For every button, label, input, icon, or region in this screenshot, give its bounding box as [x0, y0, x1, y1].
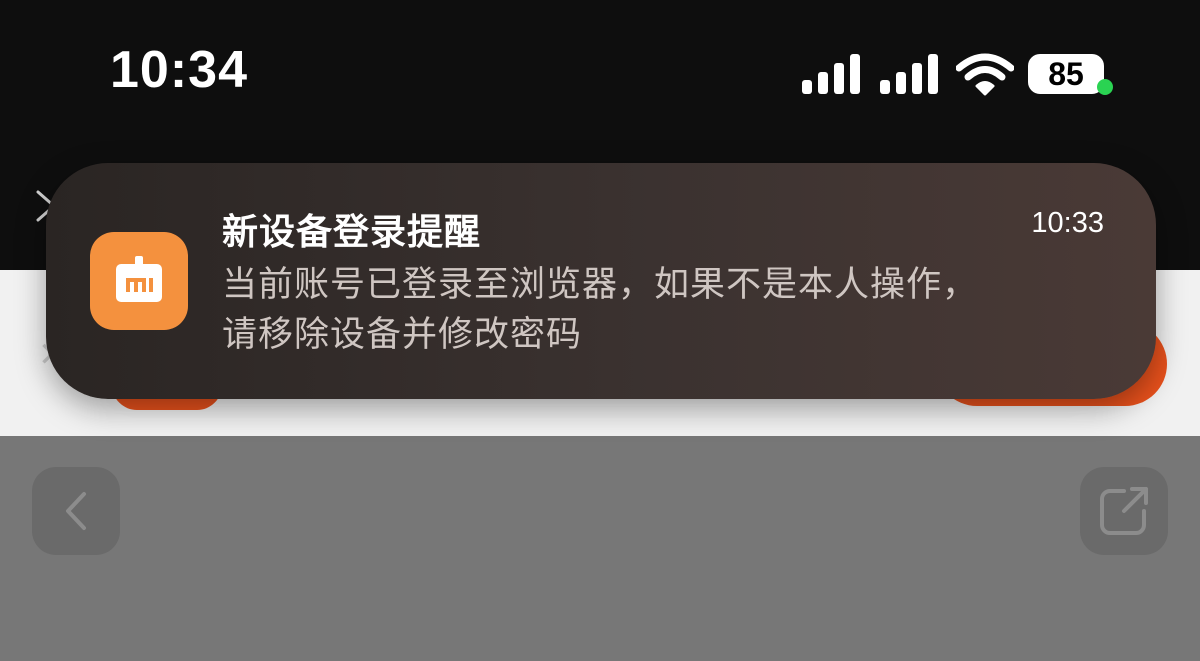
cellular-signal-icon: [880, 54, 938, 94]
bottom-toolbar-overlay: [0, 436, 1200, 661]
notification-title: 新设备登录提醒: [222, 212, 482, 253]
chevron-left-icon: [66, 492, 86, 530]
charging-indicator: [1097, 79, 1113, 95]
notification-body-line: 当前账号已登录至浏览器，如果不是本人操作，: [222, 265, 979, 305]
notification-banner[interactable]: 新设备登录提醒 10:33 当前账号已登录至浏览器，如果不是本人操作， 请移除设…: [46, 163, 1156, 399]
status-time: 10:34: [110, 41, 248, 99]
battery-icon: 85: [1028, 54, 1113, 95]
battery-level: 85: [1048, 56, 1084, 92]
xiaomi-account-icon: [90, 232, 188, 330]
cellular-signal-icon: [802, 54, 860, 94]
back-button[interactable]: [32, 467, 120, 555]
notification-body: 当前账号已登录至浏览器，如果不是本人操作， 请移除设备并修改密码: [222, 260, 1102, 360]
open-external-button[interactable]: [1080, 467, 1168, 555]
status-icons: 85: [800, 46, 1113, 102]
phone-screen: ✕ 10:34: [0, 0, 1200, 661]
notification-time: 10:33: [1031, 207, 1104, 239]
notification-body-line: 请移除设备并修改密码: [222, 315, 583, 355]
external-link-icon: [1100, 487, 1148, 535]
wifi-icon: [956, 53, 1014, 96]
